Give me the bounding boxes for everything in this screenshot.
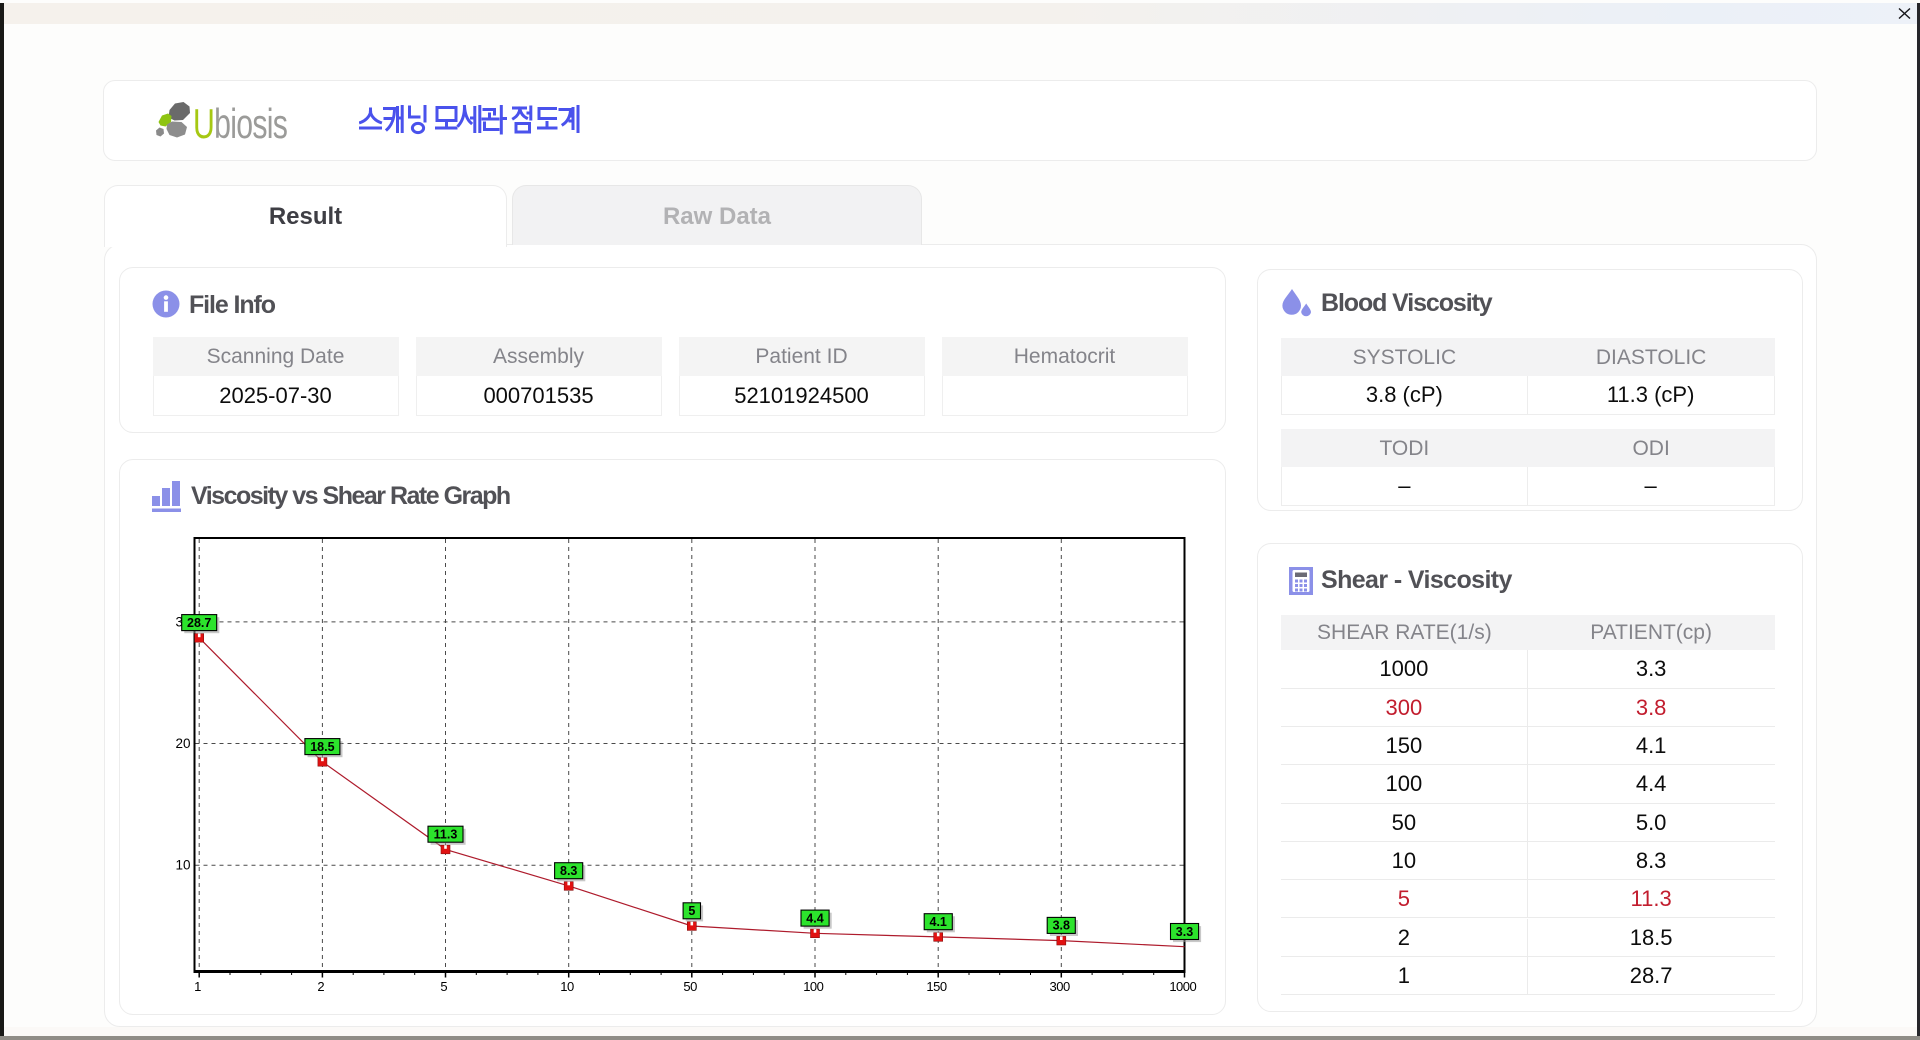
svg-text:1: 1: [194, 979, 201, 994]
svg-text:150: 150: [926, 979, 946, 994]
svg-text:28.7: 28.7: [187, 616, 211, 630]
svg-text:3.3: 3.3: [1176, 925, 1193, 939]
svg-text:11.3: 11.3: [434, 828, 458, 842]
svg-text:100: 100: [803, 979, 823, 994]
svg-text:3.8: 3.8: [1053, 919, 1070, 933]
svg-text:10: 10: [175, 858, 190, 873]
svg-text:18.5: 18.5: [310, 740, 334, 754]
svg-text:5: 5: [688, 904, 695, 918]
svg-text:10: 10: [560, 979, 574, 994]
svg-text:20: 20: [175, 736, 190, 751]
svg-text:2: 2: [317, 979, 324, 994]
svg-text:300: 300: [1049, 979, 1069, 994]
svg-text:50: 50: [683, 979, 697, 994]
svg-text:4.1: 4.1: [930, 915, 947, 929]
svg-text:8.3: 8.3: [560, 864, 577, 878]
svg-text:4.4: 4.4: [806, 911, 823, 925]
svg-text:1000: 1000: [1169, 979, 1196, 994]
svg-text:5: 5: [440, 979, 447, 994]
